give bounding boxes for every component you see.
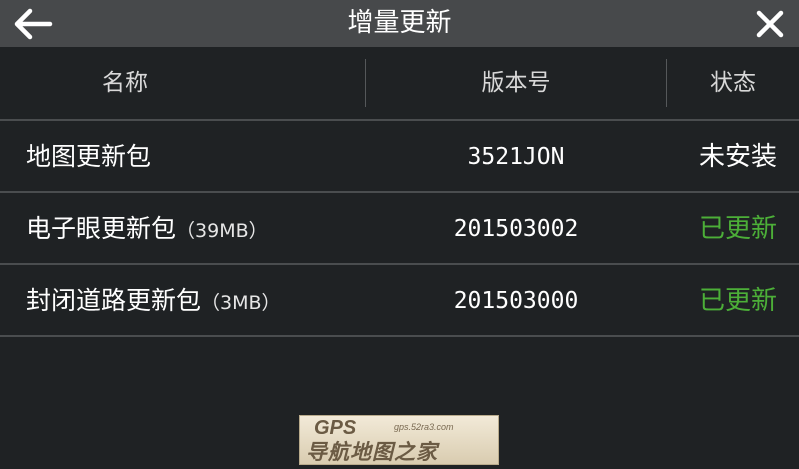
package-version: 3521JON xyxy=(467,144,565,170)
package-version: 201503002 xyxy=(453,216,579,242)
watermark-logo: GPS gps.52ra3.com 导航地图之家 xyxy=(299,415,499,465)
package-size: （39MB） xyxy=(176,220,268,242)
package-name: 地图更新包 xyxy=(26,121,151,191)
package-name-text: 电子眼更新包 xyxy=(26,214,177,243)
close-button[interactable] xyxy=(753,7,787,41)
table-row[interactable]: 封闭道路更新包（3MB） 201503000 已更新 xyxy=(0,265,799,337)
arrow-left-icon xyxy=(14,8,53,40)
package-version: 201503000 xyxy=(453,288,579,314)
table-row[interactable]: 地图更新包 3521JON 未安装 xyxy=(0,121,799,193)
column-header-status: 状态 xyxy=(710,70,756,96)
page-title: 增量更新 xyxy=(347,8,452,38)
package-name-text: 地图更新包 xyxy=(26,142,152,171)
package-name: 电子眼更新包（39MB） xyxy=(26,193,268,263)
watermark-text: 导航地图之家 xyxy=(306,440,438,464)
package-name: 封闭道路更新包（3MB） xyxy=(26,265,281,335)
watermark-url: gps.52ra3.com xyxy=(394,422,454,432)
column-header-version: 版本号 xyxy=(481,70,551,96)
incremental-update-screen: 增量更新 名称 版本号 状态 地图更新包 3521JON 未安装 电子眼更新包（… xyxy=(0,0,799,469)
status-label: 未安装 xyxy=(698,142,777,172)
title-bar: 增量更新 xyxy=(0,0,799,47)
package-size: （3MB） xyxy=(201,292,281,314)
column-header-name: 名称 xyxy=(102,70,148,96)
close-icon xyxy=(756,10,784,38)
status-label: 已更新 xyxy=(698,286,777,316)
table-header: 名称 版本号 状态 xyxy=(0,47,799,121)
back-button[interactable] xyxy=(10,6,58,42)
package-name-text: 封闭道路更新包 xyxy=(26,286,202,315)
table-row[interactable]: 电子眼更新包（39MB） 201503002 已更新 xyxy=(0,193,799,265)
status-label: 已更新 xyxy=(698,214,777,244)
